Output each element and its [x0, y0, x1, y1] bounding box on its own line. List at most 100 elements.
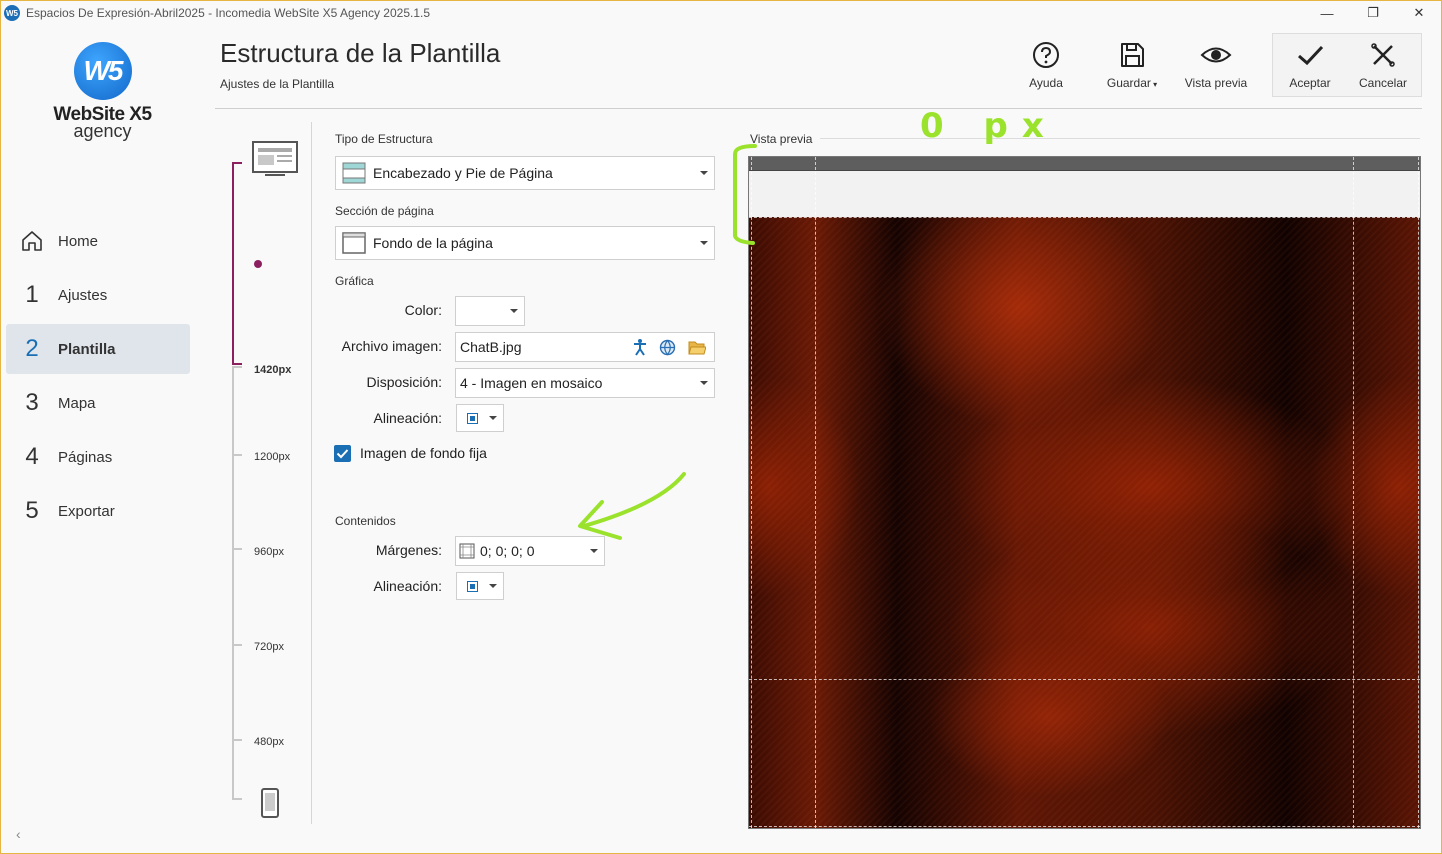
- sidebar-item-paginas[interactable]: 4 Páginas: [6, 432, 190, 482]
- sidebar-nav: Home 1 Ajustes 2 Plantilla 3 Mapa 4 Pági…: [6, 216, 190, 540]
- cancel-label: Cancelar: [1358, 76, 1408, 90]
- annotation-text: 0 px: [920, 106, 1058, 146]
- sidebar-item-label: Exportar: [58, 502, 115, 520]
- globe-icon[interactable]: [659, 339, 676, 359]
- sidebar-item-label: Plantilla: [58, 340, 116, 358]
- accept-button[interactable]: Aceptar: [1275, 40, 1345, 90]
- step-number: 1: [25, 281, 39, 308]
- guide-line: [751, 157, 752, 828]
- header-footer-layout-icon: [342, 162, 366, 184]
- resolution-marker[interactable]: [254, 260, 262, 268]
- align-center-icon: [467, 413, 478, 424]
- margins-icon: [459, 543, 475, 559]
- margins-value: 0; 0; 0; 0: [480, 543, 535, 559]
- structure-type-select[interactable]: Encabezado y Pie de Página: [335, 156, 715, 190]
- check-icon: [1298, 45, 1324, 66]
- contents-alignment-select[interactable]: [456, 572, 504, 600]
- guide-line: [1353, 157, 1354, 828]
- mobile-view-icon[interactable]: [260, 787, 280, 824]
- page-subtitle: Ajustes de la Plantilla: [220, 77, 335, 91]
- resolution-tick: [232, 366, 242, 368]
- chevron-down-icon: [700, 381, 708, 385]
- resolution-tick: [232, 454, 242, 456]
- step-number: 3: [25, 389, 39, 416]
- section-label: Tipo de Estructura: [335, 132, 433, 146]
- fixed-background-checkbox[interactable]: [334, 445, 351, 462]
- alignment-label: Alineación:: [373, 410, 443, 426]
- section-label: Sección de página: [335, 204, 434, 218]
- step-number: 4: [25, 443, 39, 470]
- eye-icon: [1200, 47, 1232, 63]
- resolution-tick: [232, 798, 242, 800]
- window-controls: — ❐ ✕: [1304, 0, 1442, 26]
- preview-label: Vista previa: [1184, 76, 1248, 90]
- page-background-icon: [342, 232, 366, 254]
- help-icon: [1033, 42, 1059, 68]
- resolution-1200[interactable]: 1200px: [254, 451, 290, 463]
- desktop-view-icon[interactable]: [251, 140, 299, 183]
- sidebar-item-mapa[interactable]: 3 Mapa: [6, 378, 190, 428]
- section-label: Gráfica: [335, 274, 374, 288]
- guide-line: [749, 679, 1420, 680]
- restore-icon[interactable]: ❐: [1350, 0, 1396, 26]
- guide-line: [1418, 157, 1419, 828]
- accessibility-icon[interactable]: [632, 338, 648, 359]
- sidebar-item-label: Home: [58, 232, 99, 250]
- image-file-field[interactable]: ChatB.jpg: [455, 332, 715, 362]
- window-title: Espacios De Expresión-Abril2025 - Income…: [26, 6, 431, 20]
- margins-label: Márgenes:: [375, 542, 442, 558]
- help-button[interactable]: Ayuda: [1011, 40, 1081, 90]
- image-file-value: ChatB.jpg: [460, 339, 522, 355]
- sidebar-item-plantilla[interactable]: 2 Plantilla: [6, 324, 190, 374]
- sidebar-item-label: Ajustes: [58, 286, 108, 304]
- save-button[interactable]: Guardar ▾: [1097, 40, 1167, 90]
- header-divider: [215, 108, 1422, 109]
- margins-select[interactable]: 0; 0; 0; 0: [455, 536, 605, 566]
- resolution-720[interactable]: 720px: [254, 641, 284, 653]
- step-number: 5: [25, 497, 39, 524]
- folder-icon[interactable]: [688, 340, 707, 358]
- logo-mark: W5: [73, 42, 132, 100]
- close-icon[interactable]: ✕: [1396, 0, 1442, 26]
- step-number: 2: [25, 335, 39, 362]
- resolution-960[interactable]: 960px: [254, 546, 284, 558]
- cancel-button[interactable]: Cancelar: [1348, 40, 1418, 90]
- color-picker[interactable]: [455, 296, 525, 326]
- sidebar-item-label: Mapa: [58, 394, 96, 412]
- sidebar-item-home[interactable]: Home: [6, 216, 190, 266]
- structure-type-title: Tipo de Estructura: [335, 132, 715, 146]
- template-preview[interactable]: [748, 156, 1421, 829]
- page-title: Estructura de la Plantilla: [220, 38, 501, 68]
- chevron-down-icon: ▾: [1150, 80, 1158, 89]
- resolution-tick: [232, 739, 242, 741]
- sidebar-item-label: Páginas: [58, 448, 113, 466]
- brand-logo: W5 WebSite X5 agency: [50, 42, 155, 142]
- save-icon: [1121, 43, 1144, 67]
- preview-button[interactable]: Vista previa: [1181, 40, 1251, 90]
- accept-label: Aceptar: [1289, 76, 1331, 90]
- fixed-background-label[interactable]: Imagen de fondo fija: [360, 445, 487, 461]
- resolution-1420[interactable]: 1420px: [254, 364, 291, 376]
- resolution-480[interactable]: 480px: [254, 736, 284, 748]
- section-label: Contenidos: [335, 514, 396, 528]
- home-icon: [6, 229, 58, 253]
- layout-value: 4 - Imagen en mosaico: [460, 375, 603, 391]
- alignment-select[interactable]: [456, 404, 504, 432]
- collapse-sidebar-icon[interactable]: ‹: [16, 826, 21, 842]
- preview-top-bar: [749, 157, 1420, 171]
- resolution-active-range: [232, 162, 242, 365]
- guide-line: [749, 217, 1420, 218]
- chevron-down-icon: [700, 241, 708, 245]
- page-section-select[interactable]: Fondo de la página: [335, 226, 715, 260]
- resolution-tick: [232, 548, 242, 550]
- minimize-icon[interactable]: —: [1304, 0, 1350, 26]
- chevron-down-icon: [489, 584, 497, 588]
- page-section-value: Fondo de la página: [373, 235, 493, 251]
- sidebar-item-ajustes[interactable]: 1 Ajustes: [6, 270, 190, 320]
- help-label: Ayuda: [1029, 76, 1063, 90]
- close-x-icon: [1371, 43, 1395, 67]
- resolution-rail: [232, 366, 234, 800]
- contents-alignment-label: Alineación:: [373, 578, 443, 594]
- layout-select[interactable]: 4 - Imagen en mosaico: [455, 368, 715, 398]
- sidebar-item-exportar[interactable]: 5 Exportar: [6, 486, 190, 536]
